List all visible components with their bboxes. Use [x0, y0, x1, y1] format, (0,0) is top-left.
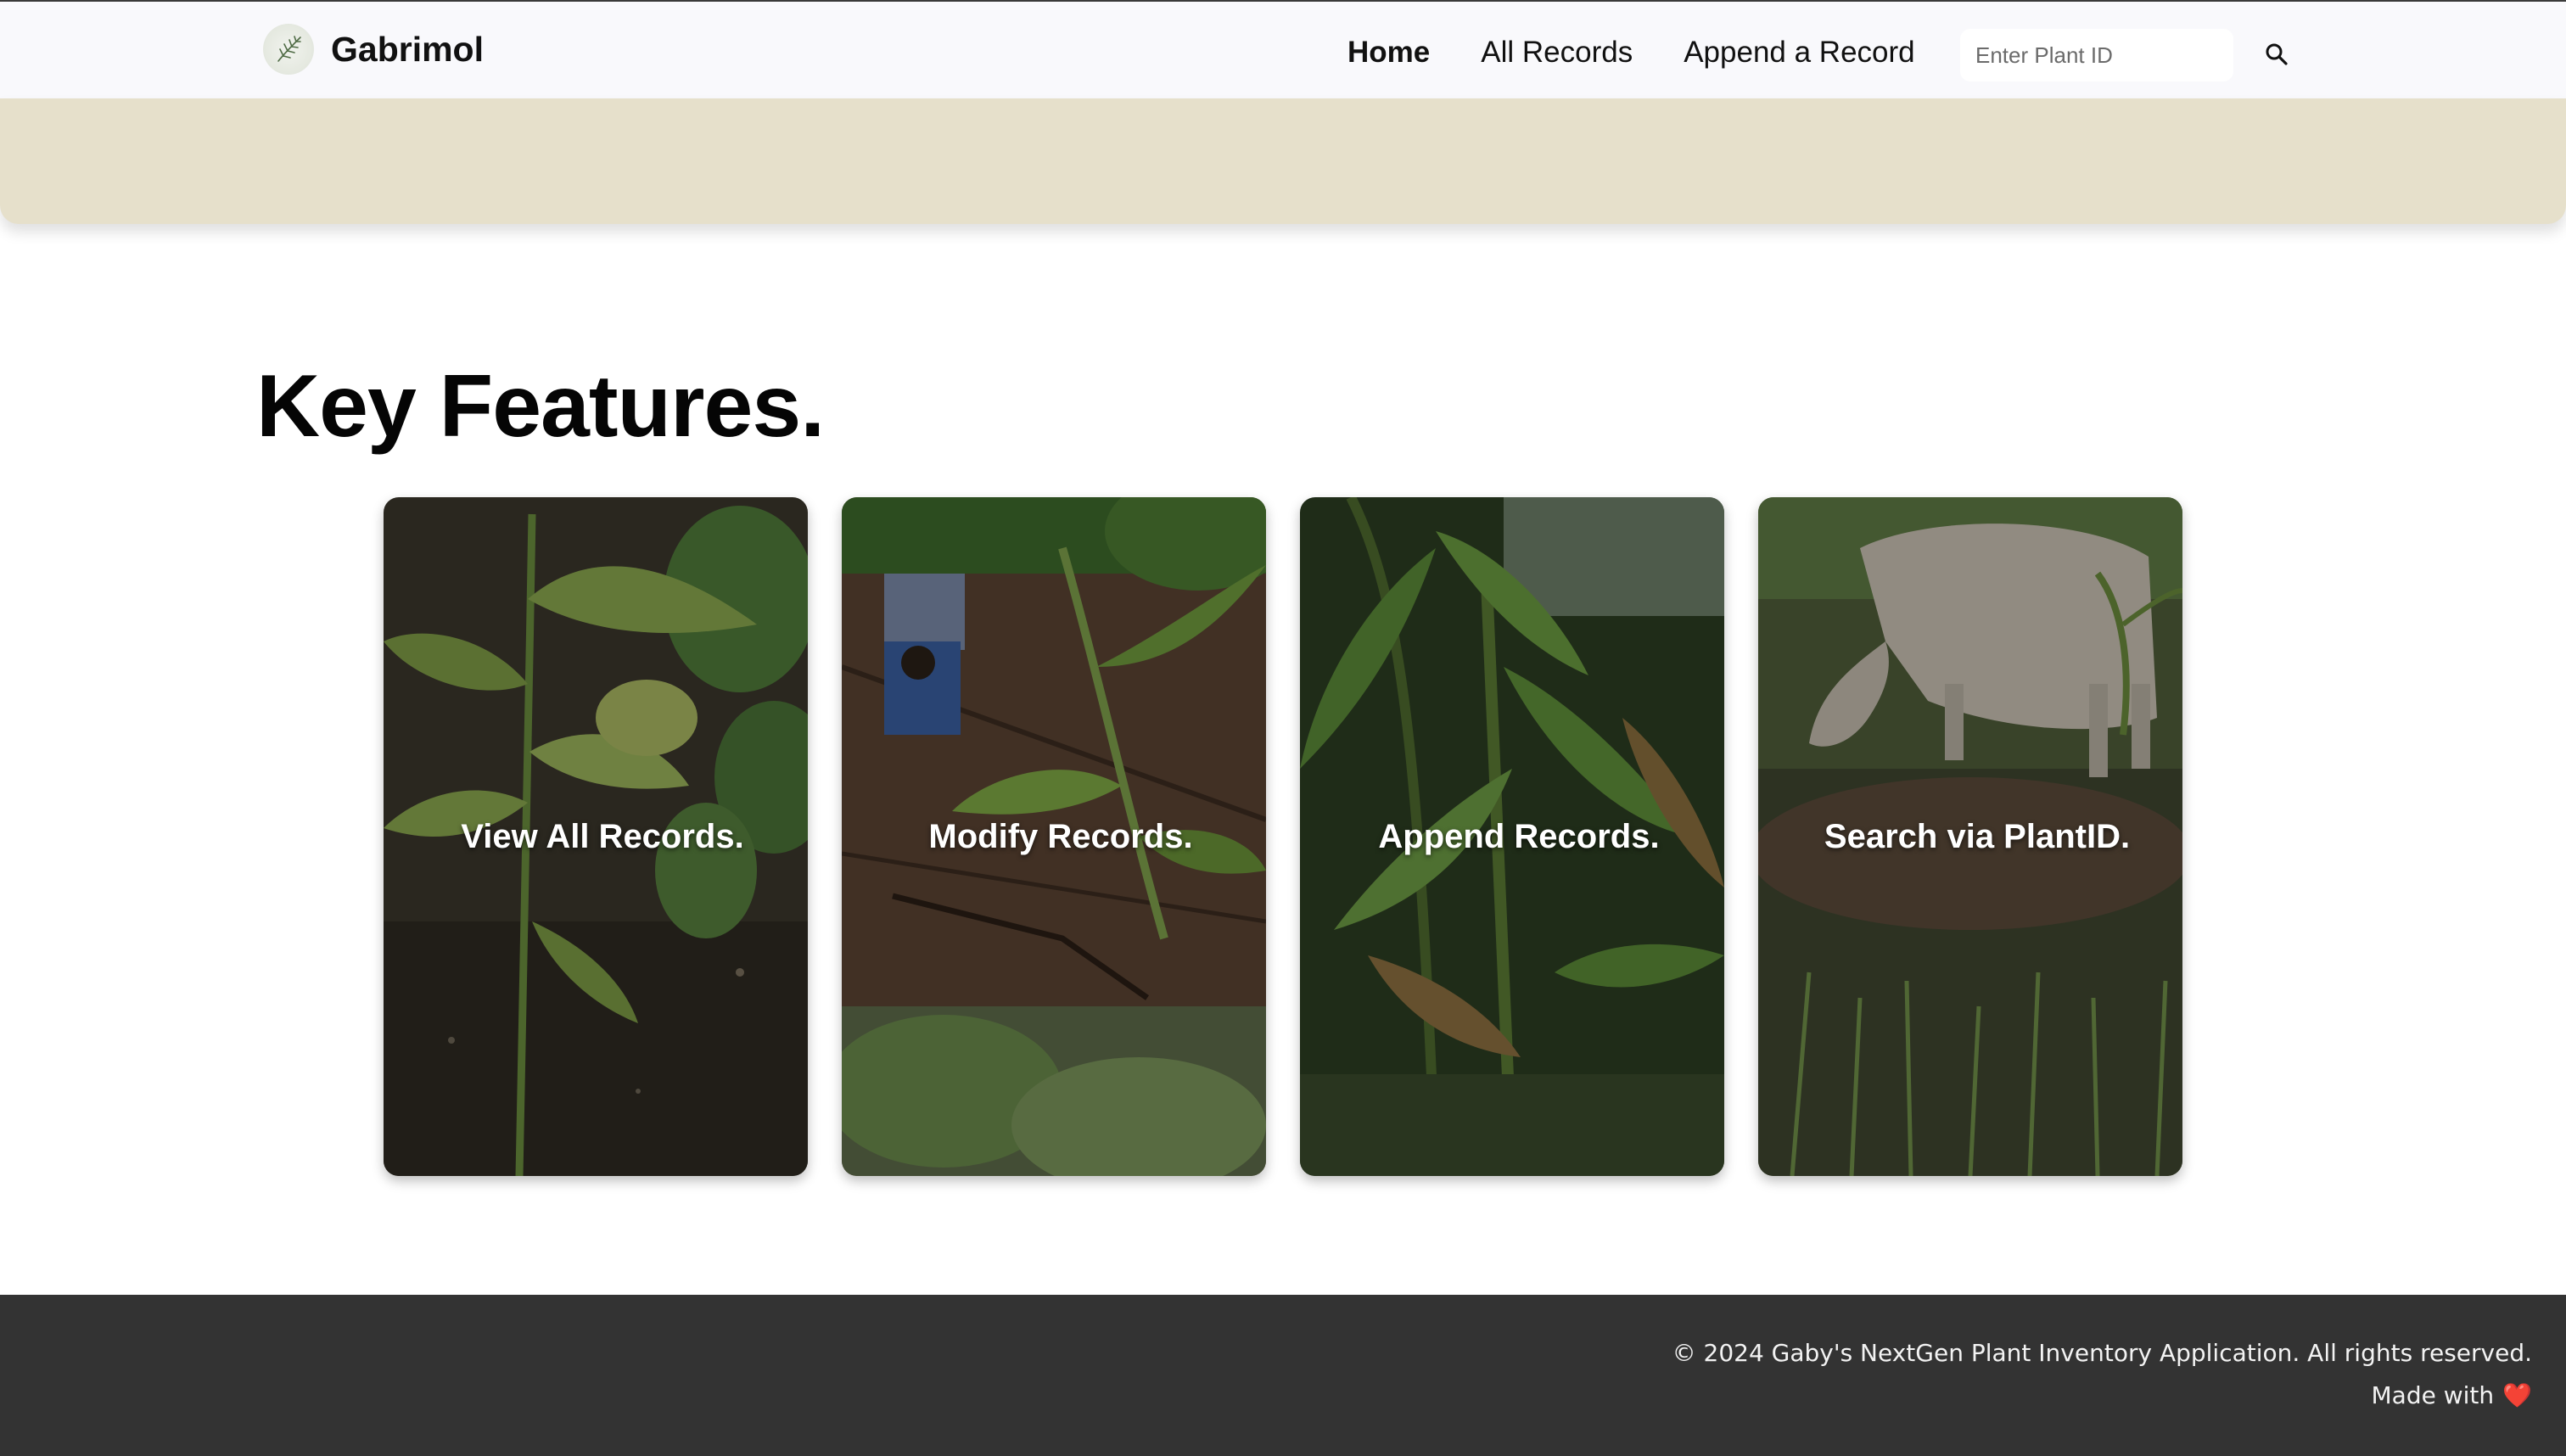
- nav-link-home[interactable]: Home: [1347, 36, 1430, 70]
- card-label: Append Records.: [1378, 817, 1660, 855]
- leaf-logo-icon: [263, 24, 314, 75]
- card-label: Search via PlantID.: [1824, 817, 2131, 855]
- plant-id-search-input[interactable]: [1960, 29, 2233, 81]
- card-label: View All Records.: [461, 817, 744, 855]
- key-features-title: Key Features.: [256, 357, 825, 456]
- nav-link-all-records[interactable]: All Records: [1481, 36, 1633, 70]
- search-icon: [2264, 42, 2289, 70]
- navbar: Gabrimol Home All Records Append a Recor…: [0, 2, 2566, 98]
- feature-card-append-records[interactable]: Append Records.: [1300, 497, 1724, 1176]
- footer-made-with: Made with ❤️: [2372, 1381, 2533, 1409]
- hero-banner: [0, 98, 2566, 224]
- page: Gabrimol Home All Records Append a Recor…: [0, 0, 2566, 1456]
- brand-name: Gabrimol: [331, 29, 484, 69]
- feature-card-view-records[interactable]: View All Records.: [384, 497, 808, 1176]
- footer-copyright: © 2024 Gaby's NextGen Plant Inventory Ap…: [1672, 1339, 2532, 1367]
- feature-card-modify-records[interactable]: Modify Records.: [842, 497, 1266, 1176]
- nav-links: Home All Records Append a Record: [1347, 27, 1966, 78]
- brand[interactable]: Gabrimol: [263, 22, 484, 76]
- footer: © 2024 Gaby's NextGen Plant Inventory Ap…: [0, 1295, 2566, 1456]
- nav-link-append-record[interactable]: Append a Record: [1684, 36, 1914, 70]
- feature-card-search-plantid[interactable]: Search via PlantID.: [1758, 497, 2182, 1176]
- search-button[interactable]: [2257, 36, 2296, 75]
- made-with-text: Made with: [2371, 1381, 2495, 1409]
- card-label: Modify Records.: [928, 817, 1193, 855]
- heart-icon: ❤️: [2502, 1381, 2532, 1409]
- feature-cards: View All Records. Modify Records. Append…: [384, 497, 2182, 1176]
